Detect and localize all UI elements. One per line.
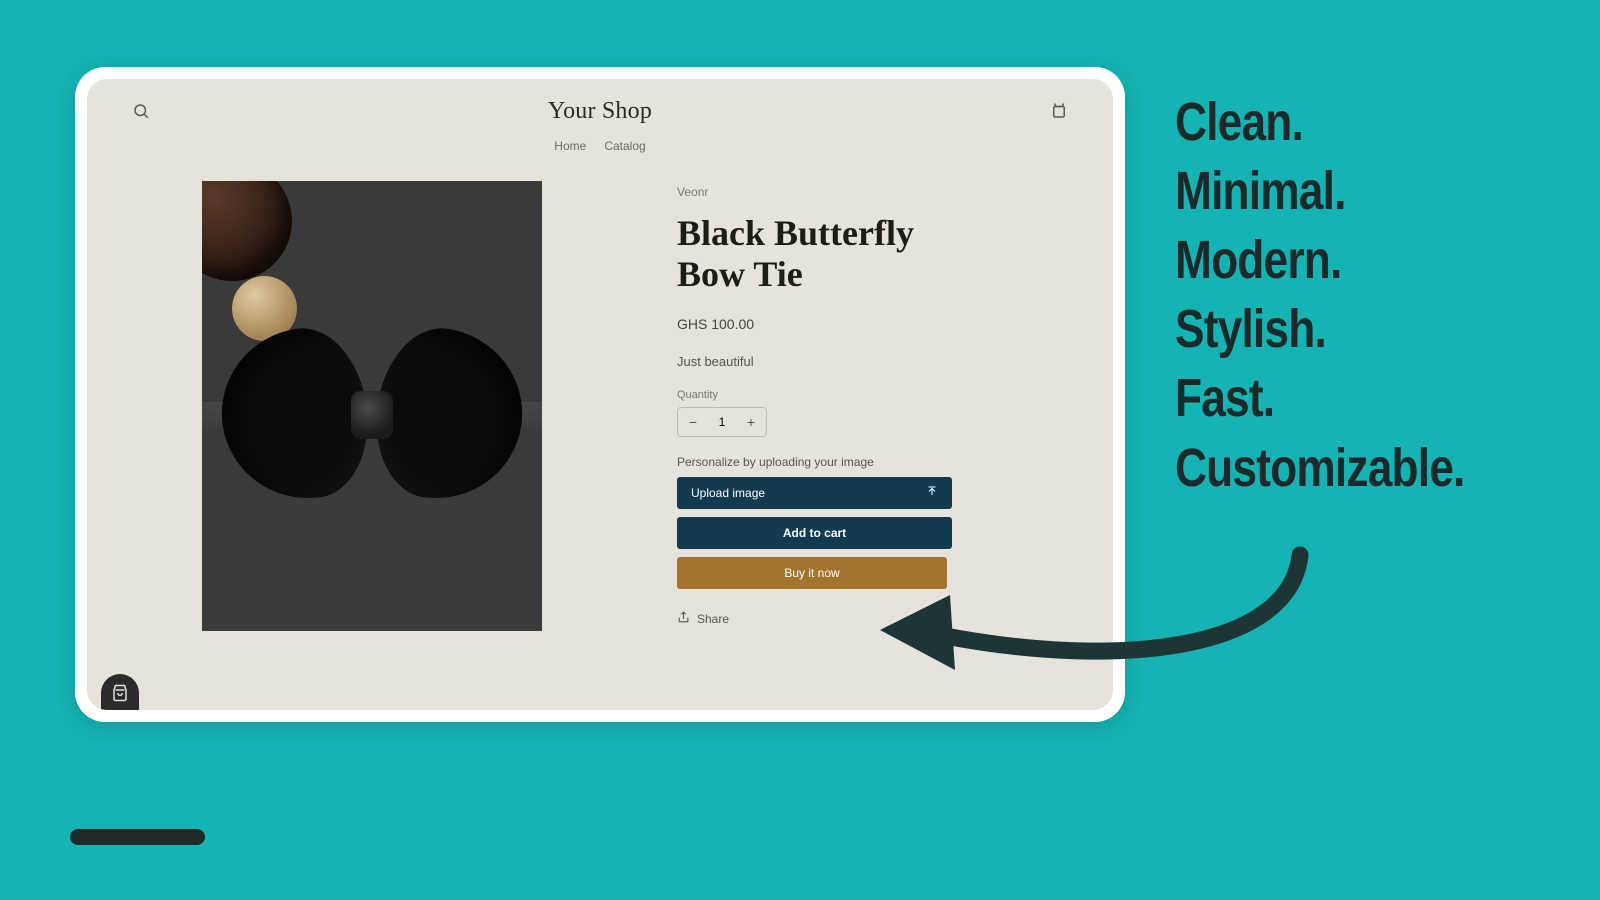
shop-name[interactable]: Your Shop xyxy=(548,98,652,125)
nav-catalog[interactable]: Catalog xyxy=(604,139,645,153)
quantity-label: Quantity xyxy=(677,389,998,401)
upload-icon xyxy=(926,485,938,500)
product-section: Veonr Black Butterfly Bow Tie GHS 100.00… xyxy=(87,167,1113,631)
search-icon[interactable] xyxy=(127,97,155,125)
product-title: Black Butterfly Bow Tie xyxy=(677,213,957,296)
add-to-cart-label: Add to cart xyxy=(783,526,846,540)
nav-home[interactable]: Home xyxy=(554,139,586,153)
product-price: GHS 100.00 xyxy=(677,316,998,332)
share-icon xyxy=(677,611,690,627)
quantity-stepper: − + xyxy=(677,407,767,437)
quantity-decrease-button[interactable]: − xyxy=(678,408,708,436)
share-label: Share xyxy=(697,612,729,626)
bow-tie-graphic xyxy=(232,330,512,500)
cart-icon[interactable] xyxy=(1045,97,1073,125)
site-header: Your Shop xyxy=(87,79,1113,133)
storefront: Your Shop Home Catalog xyxy=(87,79,1113,710)
browser-frame: Your Shop Home Catalog xyxy=(75,67,1125,722)
quantity-input[interactable] xyxy=(708,408,736,436)
marketing-copy: Clean. Minimal. Modern. Stylish. Fast. C… xyxy=(1175,88,1465,503)
product-image[interactable] xyxy=(202,181,542,631)
product-description: Just beautiful xyxy=(677,354,998,369)
product-vendor: Veonr xyxy=(677,185,998,199)
personalize-label: Personalize by uploading your image xyxy=(677,455,998,469)
accent-bar xyxy=(70,829,205,845)
decor-ball-dark xyxy=(202,181,292,281)
buy-now-label: Buy it now xyxy=(784,566,839,580)
shopify-badge-icon[interactable] xyxy=(101,674,139,710)
add-to-cart-button[interactable]: Add to cart xyxy=(677,517,952,549)
product-info: Veonr Black Butterfly Bow Tie GHS 100.00… xyxy=(677,181,998,631)
site-nav: Home Catalog xyxy=(87,133,1113,167)
buy-now-button[interactable]: Buy it now xyxy=(677,557,947,589)
upload-image-label: Upload image xyxy=(691,486,765,500)
upload-image-button[interactable]: Upload image xyxy=(677,477,952,509)
share-button[interactable]: Share xyxy=(677,611,729,627)
quantity-increase-button[interactable]: + xyxy=(736,408,766,436)
